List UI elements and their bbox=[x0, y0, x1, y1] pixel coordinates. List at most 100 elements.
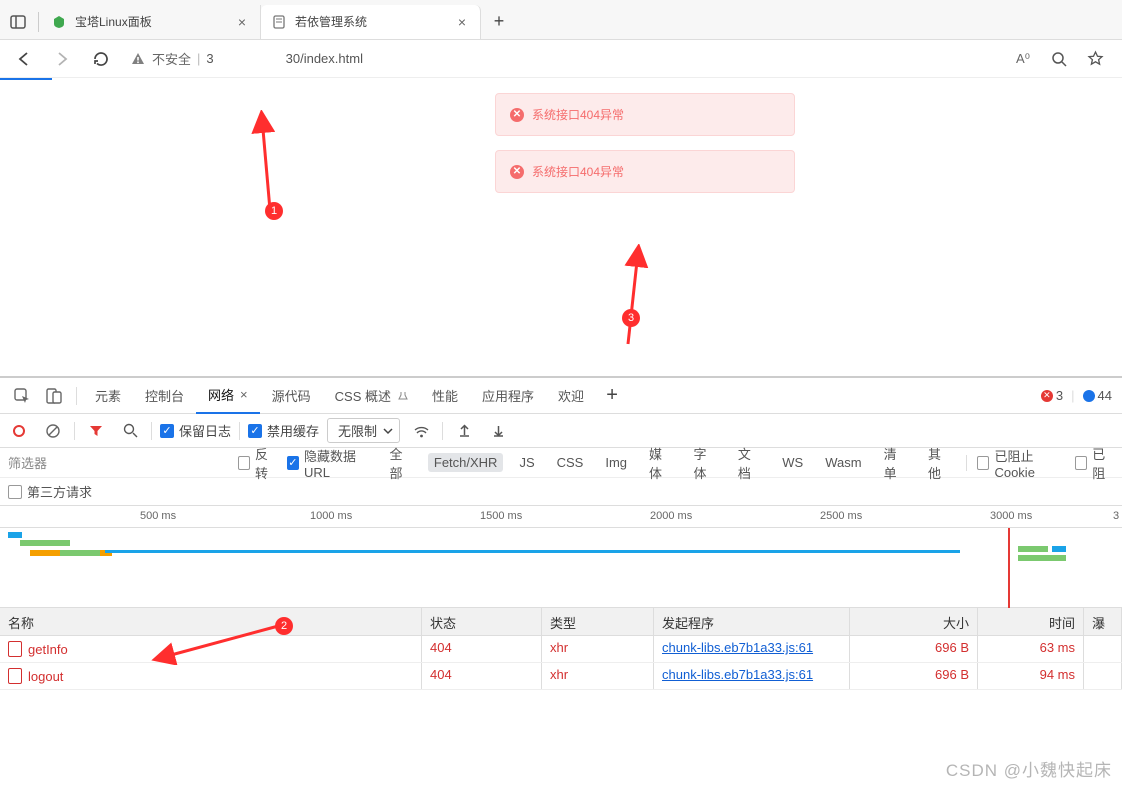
error-count-badge[interactable]: ✕3 bbox=[1041, 388, 1063, 403]
document-icon bbox=[8, 668, 22, 684]
filter-font[interactable]: 字体 bbox=[687, 442, 721, 484]
info-count-badge[interactable]: 44 bbox=[1083, 388, 1112, 403]
upload-icon[interactable] bbox=[451, 418, 477, 444]
network-row[interactable]: logout 404 xhr chunk-libs.eb7b1a33.js:61… bbox=[0, 663, 1122, 690]
filter-input[interactable]: 筛选器 bbox=[8, 453, 68, 472]
warning-icon bbox=[130, 51, 146, 67]
filter-css[interactable]: CSS bbox=[551, 453, 590, 472]
alert-stack: ✕ 系统接口404异常 ✕ 系统接口404异常 bbox=[495, 93, 795, 207]
annotation-badge-3: 3 bbox=[622, 309, 640, 327]
col-type[interactable]: 类型 bbox=[542, 608, 654, 635]
initiator-link[interactable]: chunk-libs.eb7b1a33.js:61 bbox=[662, 667, 813, 682]
timeline-ruler: 500 ms 1000 ms 1500 ms 2000 ms 2500 ms 3… bbox=[0, 506, 1122, 528]
forward-button[interactable] bbox=[44, 42, 80, 76]
tab-title: 宝塔Linux面板 bbox=[75, 13, 226, 30]
document-icon bbox=[8, 641, 22, 657]
tab-close-icon[interactable]: × bbox=[234, 14, 250, 30]
url-prefix: 3 bbox=[206, 51, 213, 66]
invert-checkbox[interactable]: 反转 bbox=[238, 444, 277, 482]
annotation-arrow-2: 2 bbox=[120, 570, 300, 665]
tab-welcome[interactable]: 欢迎 bbox=[546, 378, 596, 414]
filter-toggle-icon[interactable] bbox=[83, 418, 109, 444]
tab-application[interactable]: 应用程序 bbox=[470, 378, 546, 414]
chevron-down-icon bbox=[383, 426, 393, 436]
filter-fetch-xhr[interactable]: Fetch/XHR bbox=[428, 453, 504, 472]
search-icon[interactable] bbox=[1044, 44, 1074, 74]
tab-title: 若依管理系统 bbox=[295, 13, 446, 30]
error-icon: ✕ bbox=[510, 108, 524, 122]
download-icon[interactable] bbox=[485, 418, 511, 444]
wifi-icon[interactable] bbox=[408, 418, 434, 444]
filter-ws[interactable]: WS bbox=[776, 453, 809, 472]
bt-favicon-icon bbox=[51, 14, 67, 30]
col-size[interactable]: 大小 bbox=[850, 608, 978, 635]
progress-bar bbox=[0, 78, 52, 80]
blocked-cookies-checkbox[interactable]: 已阻止 Cookie bbox=[977, 446, 1065, 480]
watermark-text: CSDN @小魏快起床 bbox=[946, 756, 1112, 781]
annotation-badge-2: 2 bbox=[275, 617, 293, 635]
search-icon[interactable] bbox=[117, 418, 143, 444]
blocked-requests-checkbox[interactable]: 已阻 bbox=[1075, 444, 1114, 482]
alert-text: 系统接口404异常 bbox=[532, 163, 624, 180]
annotation-arrow-1: 1 bbox=[210, 110, 290, 220]
third-party-checkbox[interactable]: 第三方请求 bbox=[8, 482, 92, 501]
browser-tabstrip: 宝塔Linux面板 × 若依管理系统 × + bbox=[0, 0, 1122, 40]
tab-performance[interactable]: 性能 bbox=[420, 378, 470, 414]
browser-tab-2[interactable]: 若依管理系统 × bbox=[261, 5, 481, 39]
insecure-label: 不安全 bbox=[152, 49, 191, 68]
filter-js[interactable]: JS bbox=[513, 453, 540, 472]
window-panel-icon[interactable] bbox=[0, 6, 36, 38]
preserve-log-checkbox[interactable]: ✓保留日志 bbox=[160, 421, 231, 440]
reload-button[interactable] bbox=[82, 42, 118, 76]
address-bar: 不安全 | 3 30/index.html A⁰ bbox=[0, 40, 1122, 78]
add-tab-icon[interactable]: + bbox=[596, 380, 628, 412]
tab-close-icon[interactable]: × bbox=[454, 14, 470, 30]
error-alert: ✕ 系统接口404异常 bbox=[495, 150, 795, 193]
back-button[interactable] bbox=[6, 42, 42, 76]
inspect-icon[interactable] bbox=[6, 380, 38, 412]
record-button[interactable] bbox=[6, 418, 32, 444]
tab-sources[interactable]: 源代码 bbox=[260, 378, 323, 414]
tab-elements[interactable]: 元素 bbox=[83, 378, 133, 414]
filter-all[interactable]: 全部 bbox=[383, 442, 417, 484]
device-toggle-icon[interactable] bbox=[38, 380, 70, 412]
filter-img[interactable]: Img bbox=[599, 453, 633, 472]
col-waterfall[interactable]: 瀑 bbox=[1084, 608, 1122, 635]
filter-manifest[interactable]: 清单 bbox=[878, 442, 912, 484]
filter-other[interactable]: 其他 bbox=[922, 442, 956, 484]
initiator-link[interactable]: chunk-libs.eb7b1a33.js:61 bbox=[662, 640, 813, 655]
close-icon[interactable]: × bbox=[240, 387, 248, 402]
devtools-tabbar: 元素 控制台 网络× 源代码 CSS 概述 性能 应用程序 欢迎 + ✕3 | … bbox=[0, 378, 1122, 414]
filter-media[interactable]: 媒体 bbox=[643, 442, 677, 484]
page-favicon-icon bbox=[271, 14, 287, 30]
url-suffix: 30/index.html bbox=[286, 51, 363, 66]
error-icon: ✕ bbox=[510, 165, 524, 179]
clear-button[interactable] bbox=[40, 418, 66, 444]
col-status[interactable]: 状态 bbox=[422, 608, 542, 635]
tab-console[interactable]: 控制台 bbox=[133, 378, 196, 414]
tab-network[interactable]: 网络× bbox=[196, 378, 260, 414]
new-tab-button[interactable]: + bbox=[481, 5, 517, 39]
reader-mode-icon[interactable]: A⁰ bbox=[1008, 44, 1038, 74]
throttling-select[interactable]: 无限制 bbox=[327, 418, 400, 443]
error-alert: ✕ 系统接口404异常 bbox=[495, 93, 795, 136]
tab-css-overview[interactable]: CSS 概述 bbox=[323, 378, 420, 414]
network-filter-row: 筛选器 反转 ✓隐藏数据 URL 全部 Fetch/XHR JS CSS Img… bbox=[0, 448, 1122, 478]
filter-wasm[interactable]: Wasm bbox=[819, 453, 867, 472]
url-box[interactable]: 不安全 | 3 30/index.html bbox=[120, 44, 1006, 74]
favorite-icon[interactable] bbox=[1080, 44, 1110, 74]
browser-tab-1[interactable]: 宝塔Linux面板 × bbox=[41, 5, 261, 39]
annotation-arrow-3: 3 bbox=[558, 244, 658, 354]
alert-text: 系统接口404异常 bbox=[532, 106, 624, 123]
page-viewport: ✕ 系统接口404异常 ✕ 系统接口404异常 1 3 bbox=[0, 78, 1122, 376]
hide-data-url-checkbox[interactable]: ✓隐藏数据 URL bbox=[287, 446, 374, 480]
beaker-icon bbox=[398, 391, 408, 401]
annotation-badge-1: 1 bbox=[265, 202, 283, 220]
insecure-badge: 不安全 bbox=[130, 49, 191, 68]
timeline-cursor bbox=[1008, 528, 1010, 608]
col-initiator[interactable]: 发起程序 bbox=[654, 608, 850, 635]
filter-doc[interactable]: 文档 bbox=[732, 442, 766, 484]
url-blurred bbox=[220, 50, 280, 68]
disable-cache-checkbox[interactable]: ✓禁用缓存 bbox=[248, 421, 319, 440]
col-time[interactable]: 时间 bbox=[978, 608, 1084, 635]
